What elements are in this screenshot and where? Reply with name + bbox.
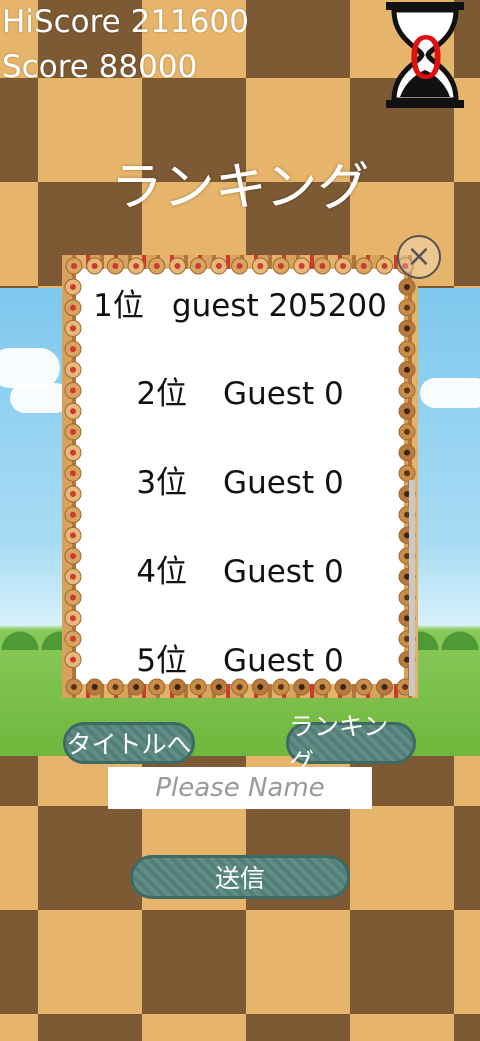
cloud xyxy=(420,378,480,408)
rank-entry: Guest 0 xyxy=(223,465,344,501)
timer-value: 0 xyxy=(408,24,445,92)
ranking-button[interactable]: ランキング xyxy=(286,712,416,777)
to-title-button[interactable]: タイトルへ xyxy=(63,722,195,764)
rank-place: 5位 xyxy=(136,643,188,679)
rank-entry: Guest 0 xyxy=(223,554,344,590)
ranking-row: 3位 Guest 0 xyxy=(62,457,418,502)
ranking-row: 5位 Guest 0 xyxy=(62,635,418,680)
rank-place: 4位 xyxy=(136,554,188,590)
rank-entry: Guest 0 xyxy=(223,376,344,412)
rank-place: 2位 xyxy=(136,376,188,412)
hiscore-label: HiScore 211600 xyxy=(2,4,249,40)
rank-entry: guest 205200 xyxy=(171,288,387,324)
cloud xyxy=(0,348,60,388)
rank-place: 1位 xyxy=(93,288,144,324)
ranking-row: 4位 Guest 0 xyxy=(62,546,418,591)
rank-entry: Guest 0 xyxy=(223,643,344,679)
hourglass-icon: 0 xyxy=(386,0,464,110)
close-icon[interactable]: × xyxy=(397,235,441,279)
cloud xyxy=(10,383,70,413)
page-title: ランキング xyxy=(110,158,370,218)
ranking-row: 1位 guest 205200 xyxy=(62,280,418,325)
rank-place: 3位 xyxy=(136,465,188,501)
send-button[interactable]: 送信 xyxy=(130,855,350,899)
name-input[interactable] xyxy=(108,767,372,809)
score-label: Score 88000 xyxy=(2,49,198,85)
ranking-row: 2位 Guest 0 xyxy=(62,368,418,413)
